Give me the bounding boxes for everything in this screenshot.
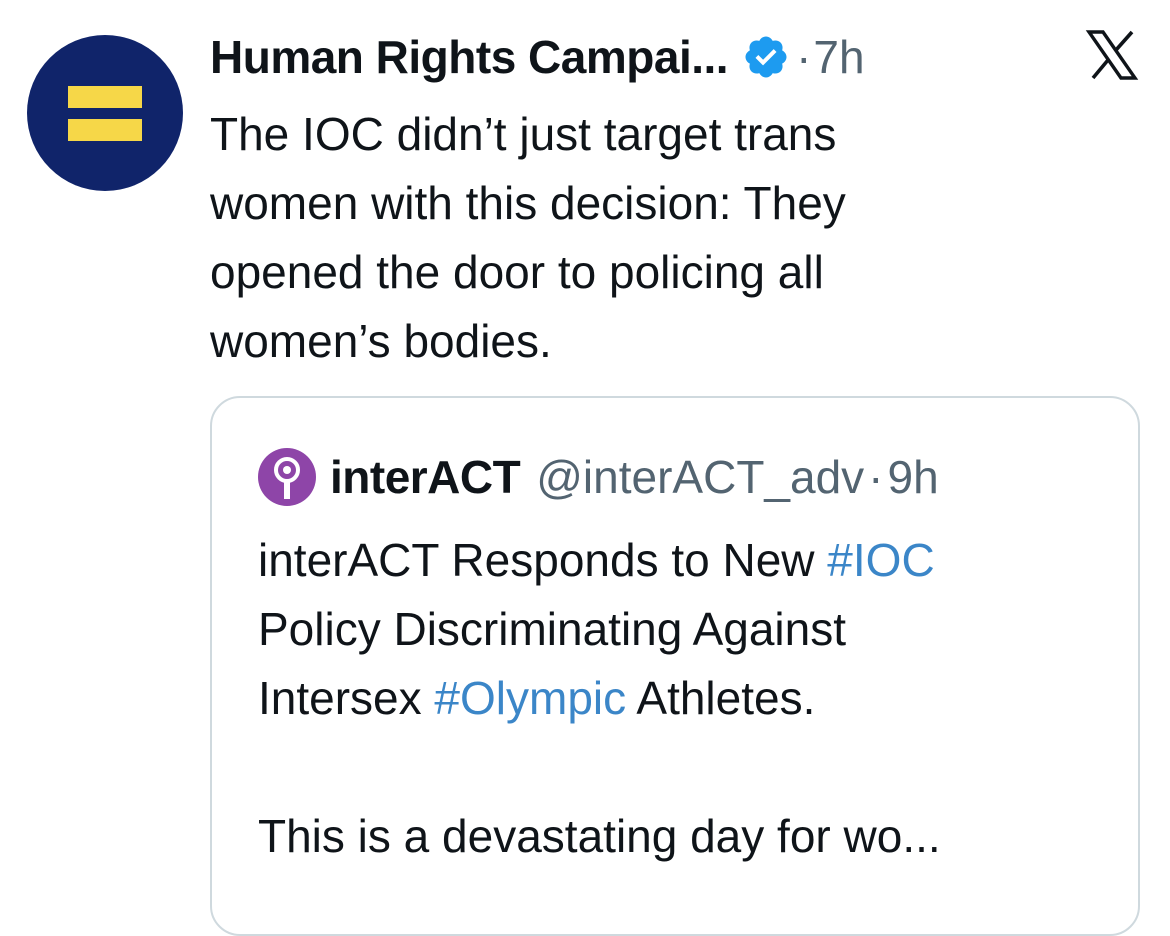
quoted-body-text: interACT Responds to New — [258, 534, 828, 586]
post-header: Human Rights Campai... · 7h — [210, 28, 865, 86]
quoted-post-card[interactable]: interACT @interACT_adv · 9h interACT Res… — [210, 396, 1140, 936]
hashtag-olympic-link[interactable]: #Olympic — [434, 672, 626, 724]
hashtag-ioc-link[interactable]: #IOC — [827, 534, 934, 586]
post-body-line: opened the door to policing all — [210, 246, 824, 298]
quoted-body-line: Policy Discriminating Against — [258, 603, 847, 655]
avatar-bar-bottom — [68, 119, 142, 141]
verified-badge-icon — [745, 36, 787, 78]
quoted-post-timestamp[interactable]: 9h — [888, 449, 939, 505]
post-body-line: women with this decision: They — [210, 177, 846, 229]
post-body-line: The IOC didn’t just target trans — [210, 108, 837, 160]
avatar-bar-top — [68, 86, 142, 108]
quoted-body-text: Athletes. — [626, 672, 816, 724]
author-avatar[interactable] — [27, 35, 183, 191]
post-body-line: women’s bodies. — [210, 315, 552, 367]
author-name[interactable]: Human Rights Campai... — [210, 28, 729, 86]
quoted-post-body: interACT Responds to New #IOC Policy Dis… — [258, 526, 1118, 871]
post-timestamp[interactable]: 7h — [813, 28, 864, 86]
quoted-time-separator: · — [868, 451, 884, 503]
x-logo-icon — [1085, 30, 1139, 80]
quoted-author-avatar[interactable] — [258, 448, 316, 506]
quoted-author-handle[interactable]: @interACT_adv — [536, 449, 864, 505]
quoted-body-line: interACT Responds to New #IOC — [258, 526, 1118, 595]
quoted-author-name[interactable]: interACT — [330, 449, 521, 505]
quoted-body-line: Intersex #Olympic Athletes. — [258, 664, 1118, 733]
quoted-body-text: Intersex — [258, 672, 435, 724]
quoted-body-line: This is a devastating day for wo... — [258, 810, 941, 862]
time-separator: · — [796, 31, 812, 83]
quoted-post-header: interACT @interACT_adv · 9h — [258, 448, 939, 506]
post-body: The IOC didn’t just target trans women w… — [210, 100, 1090, 376]
